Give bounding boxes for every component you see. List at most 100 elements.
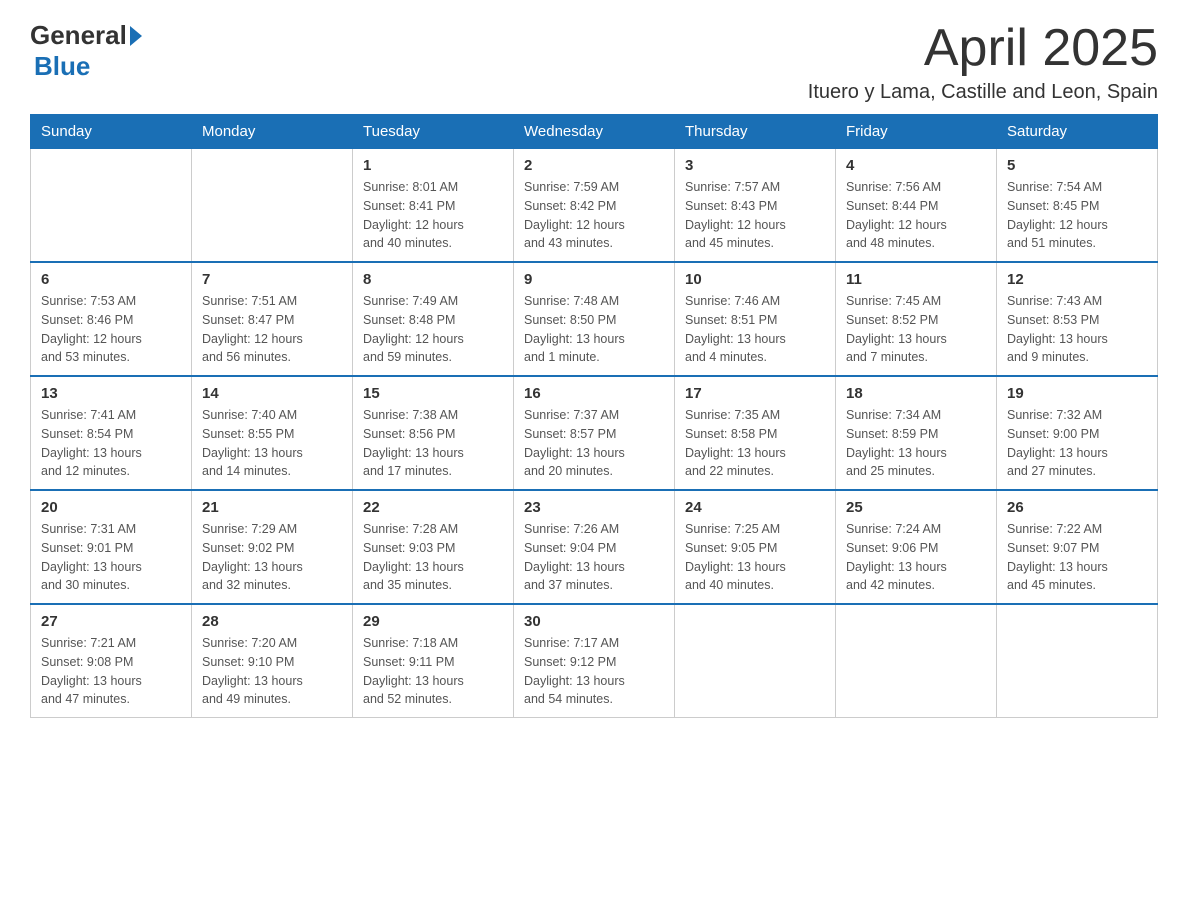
day-info: Sunrise: 7:17 AM Sunset: 9:12 PM Dayligh… [524, 634, 664, 709]
calendar-cell: 21Sunrise: 7:29 AM Sunset: 9:02 PM Dayli… [192, 490, 353, 604]
day-info: Sunrise: 7:22 AM Sunset: 9:07 PM Dayligh… [1007, 520, 1147, 595]
day-number: 11 [846, 271, 986, 288]
calendar-cell: 14 Sunrise: 7:40 AM Sunset: 8:55 PM Dayli… [192, 376, 353, 490]
day-number: 28 [202, 613, 342, 630]
day-number: 17 [685, 385, 825, 402]
calendar-cell: 2 Sunrise: 7:59 AM Sunset: 8:42 PM Daylig… [514, 149, 675, 263]
calendar-cell: 22 Sunrise: 7:28 AM Sunset: 9:03 PM Dayli… [353, 490, 514, 604]
day-number: 1 [363, 157, 503, 174]
calendar-cell: 24 Sunrise: 7:25 AM Sunset: 9:05 PM Dayli… [675, 490, 836, 604]
calendar-header-wednesday: Wednesday [514, 115, 675, 149]
calendar-cell: 30 Sunrise: 7:17 AM Sunset: 9:12 PM Dayli… [514, 604, 675, 718]
calendar-cell [192, 149, 353, 263]
day-info: Sunrise: 7:57 AM Sunset: 8:43 PM Dayligh… [685, 178, 825, 253]
calendar-header-row: SundayMondayTuesdayWednesdayThursdayFrid… [31, 115, 1158, 149]
calendar-cell: 20Sunrise: 7:31 AM Sunset: 9:01 PM Dayli… [31, 490, 192, 604]
calendar-cell: 28 Sunrise: 7:20 AM Sunset: 9:10 PM Dayli… [192, 604, 353, 718]
day-number: 10 [685, 271, 825, 288]
day-number: 18 [846, 385, 986, 402]
day-number: 4 [846, 157, 986, 174]
page-header: General Blue April 2025 Ituero y Lama, C… [30, 20, 1158, 104]
day-info: Sunrise: 7:40 AM Sunset: 8:55 PM Dayligh… [202, 406, 342, 481]
day-info: Sunrise: 7:32 AM Sunset: 9:00 PM Dayligh… [1007, 406, 1147, 481]
day-number: 30 [524, 613, 664, 630]
calendar-cell: 1 Sunrise: 8:01 AM Sunset: 8:41 PM Daylig… [353, 149, 514, 263]
calendar-header-tuesday: Tuesday [353, 115, 514, 149]
day-number: 3 [685, 157, 825, 174]
day-info: Sunrise: 7:54 AM Sunset: 8:45 PM Dayligh… [1007, 178, 1147, 253]
day-number: 15 [363, 385, 503, 402]
calendar-cell: 19Sunrise: 7:32 AM Sunset: 9:00 PM Dayli… [997, 376, 1158, 490]
day-info: Sunrise: 7:34 AM Sunset: 8:59 PM Dayligh… [846, 406, 986, 481]
title-block: April 2025 Ituero y Lama, Castille and L… [808, 20, 1158, 104]
calendar-cell: 25Sunrise: 7:24 AM Sunset: 9:06 PM Dayli… [836, 490, 997, 604]
calendar-cell: 29 Sunrise: 7:18 AM Sunset: 9:11 PM Dayli… [353, 604, 514, 718]
day-info: Sunrise: 7:49 AM Sunset: 8:48 PM Dayligh… [363, 292, 503, 367]
day-number: 26 [1007, 499, 1147, 516]
calendar-cell [675, 604, 836, 718]
day-number: 13 [41, 385, 181, 402]
day-info: Sunrise: 7:29 AM Sunset: 9:02 PM Dayligh… [202, 520, 342, 595]
calendar-cell: 17Sunrise: 7:35 AM Sunset: 8:58 PM Dayli… [675, 376, 836, 490]
calendar-cell: 11Sunrise: 7:45 AM Sunset: 8:52 PM Dayli… [836, 262, 997, 376]
day-info: Sunrise: 7:25 AM Sunset: 9:05 PM Dayligh… [685, 520, 825, 595]
day-info: Sunrise: 7:53 AM Sunset: 8:46 PM Dayligh… [41, 292, 181, 367]
calendar-cell: 9 Sunrise: 7:48 AM Sunset: 8:50 PM Daylig… [514, 262, 675, 376]
day-number: 29 [363, 613, 503, 630]
calendar-cell [31, 149, 192, 263]
day-number: 16 [524, 385, 664, 402]
calendar-week-row: 6 Sunrise: 7:53 AM Sunset: 8:46 PM Daylig… [31, 262, 1158, 376]
calendar-week-row: 13 Sunrise: 7:41 AM Sunset: 8:54 PM Dayli… [31, 376, 1158, 490]
calendar-week-row: 1 Sunrise: 8:01 AM Sunset: 8:41 PM Daylig… [31, 149, 1158, 263]
location-title: Ituero y Lama, Castille and Leon, Spain [808, 81, 1158, 104]
calendar-cell: 27 Sunrise: 7:21 AM Sunset: 9:08 PM Dayli… [31, 604, 192, 718]
calendar-cell: 8Sunrise: 7:49 AM Sunset: 8:48 PM Daylig… [353, 262, 514, 376]
day-number: 24 [685, 499, 825, 516]
logo: General Blue [30, 20, 142, 82]
day-info: Sunrise: 7:41 AM Sunset: 8:54 PM Dayligh… [41, 406, 181, 481]
day-info: Sunrise: 7:37 AM Sunset: 8:57 PM Dayligh… [524, 406, 664, 481]
calendar-header-saturday: Saturday [997, 115, 1158, 149]
day-info: Sunrise: 8:01 AM Sunset: 8:41 PM Dayligh… [363, 178, 503, 253]
day-info: Sunrise: 7:31 AM Sunset: 9:01 PM Dayligh… [41, 520, 181, 595]
calendar-cell: 26 Sunrise: 7:22 AM Sunset: 9:07 PM Dayli… [997, 490, 1158, 604]
calendar-cell: 5Sunrise: 7:54 AM Sunset: 8:45 PM Daylig… [997, 149, 1158, 263]
logo-blue-text: Blue [34, 51, 90, 81]
logo-arrow-icon [130, 26, 142, 46]
day-info: Sunrise: 7:48 AM Sunset: 8:50 PM Dayligh… [524, 292, 664, 367]
calendar-cell: 7Sunrise: 7:51 AM Sunset: 8:47 PM Daylig… [192, 262, 353, 376]
day-info: Sunrise: 7:26 AM Sunset: 9:04 PM Dayligh… [524, 520, 664, 595]
day-info: Sunrise: 7:43 AM Sunset: 8:53 PM Dayligh… [1007, 292, 1147, 367]
day-number: 27 [41, 613, 181, 630]
day-info: Sunrise: 7:18 AM Sunset: 9:11 PM Dayligh… [363, 634, 503, 709]
calendar-week-row: 20Sunrise: 7:31 AM Sunset: 9:01 PM Dayli… [31, 490, 1158, 604]
day-number: 2 [524, 157, 664, 174]
day-info: Sunrise: 7:28 AM Sunset: 9:03 PM Dayligh… [363, 520, 503, 595]
day-number: 7 [202, 271, 342, 288]
day-number: 12 [1007, 271, 1147, 288]
day-number: 22 [363, 499, 503, 516]
calendar-cell: 12 Sunrise: 7:43 AM Sunset: 8:53 PM Dayli… [997, 262, 1158, 376]
calendar-cell: 16 Sunrise: 7:37 AM Sunset: 8:57 PM Dayli… [514, 376, 675, 490]
day-number: 14 [202, 385, 342, 402]
calendar-header-sunday: Sunday [31, 115, 192, 149]
calendar-cell [836, 604, 997, 718]
day-info: Sunrise: 7:46 AM Sunset: 8:51 PM Dayligh… [685, 292, 825, 367]
calendar-cell: 4 Sunrise: 7:56 AM Sunset: 8:44 PM Daylig… [836, 149, 997, 263]
calendar-cell: 15 Sunrise: 7:38 AM Sunset: 8:56 PM Dayli… [353, 376, 514, 490]
day-info: Sunrise: 7:56 AM Sunset: 8:44 PM Dayligh… [846, 178, 986, 253]
day-info: Sunrise: 7:59 AM Sunset: 8:42 PM Dayligh… [524, 178, 664, 253]
month-title: April 2025 [808, 20, 1158, 77]
calendar-cell: 3 Sunrise: 7:57 AM Sunset: 8:43 PM Daylig… [675, 149, 836, 263]
calendar-header-thursday: Thursday [675, 115, 836, 149]
calendar-cell: 23Sunrise: 7:26 AM Sunset: 9:04 PM Dayli… [514, 490, 675, 604]
day-info: Sunrise: 7:21 AM Sunset: 9:08 PM Dayligh… [41, 634, 181, 709]
calendar-cell: 18 Sunrise: 7:34 AM Sunset: 8:59 PM Dayli… [836, 376, 997, 490]
calendar-week-row: 27 Sunrise: 7:21 AM Sunset: 9:08 PM Dayli… [31, 604, 1158, 718]
calendar-cell: 6 Sunrise: 7:53 AM Sunset: 8:46 PM Daylig… [31, 262, 192, 376]
calendar-cell: 13 Sunrise: 7:41 AM Sunset: 8:54 PM Dayli… [31, 376, 192, 490]
day-number: 9 [524, 271, 664, 288]
day-info: Sunrise: 7:38 AM Sunset: 8:56 PM Dayligh… [363, 406, 503, 481]
day-number: 6 [41, 271, 181, 288]
day-info: Sunrise: 7:20 AM Sunset: 9:10 PM Dayligh… [202, 634, 342, 709]
